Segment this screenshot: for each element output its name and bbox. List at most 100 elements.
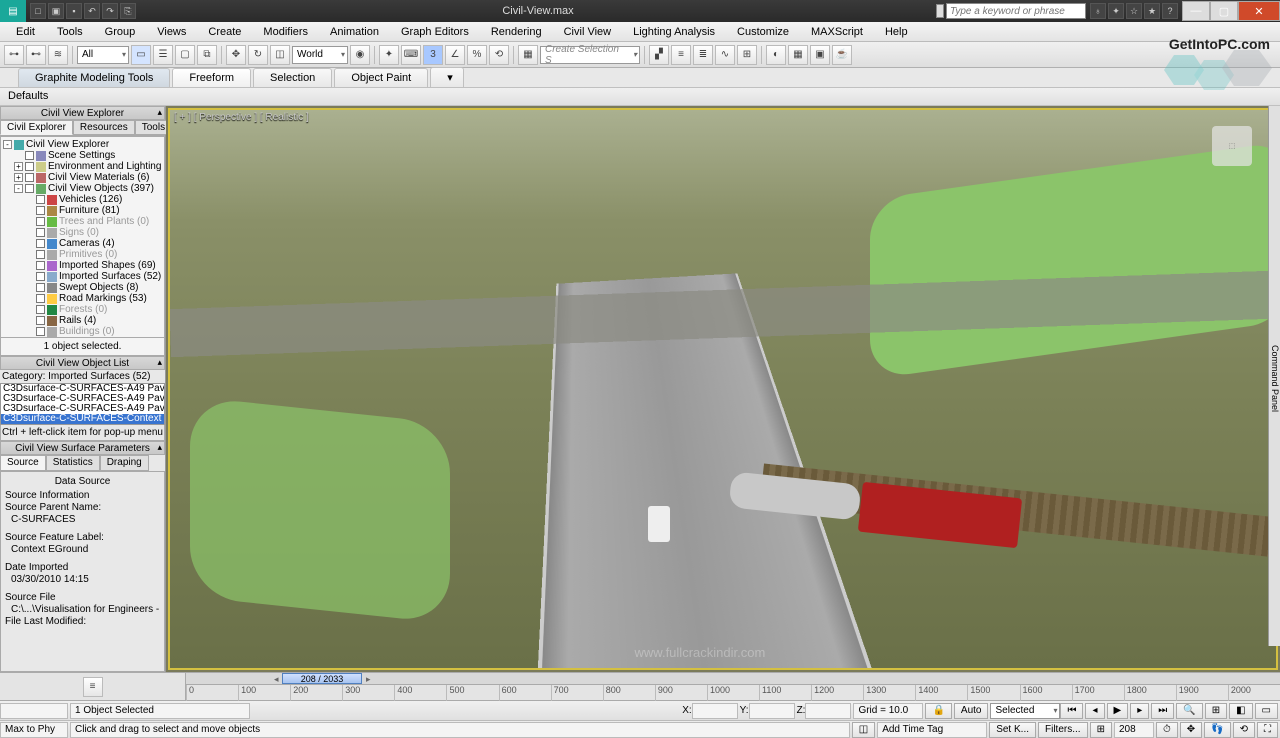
spinner-snap-icon[interactable]: ⟲ xyxy=(489,45,509,65)
manipulate-icon[interactable]: ✦ xyxy=(379,45,399,65)
tree-item[interactable]: Swept Objects (8) xyxy=(1,282,164,293)
autokey-button[interactable]: Auto xyxy=(954,703,989,719)
time-prev-icon[interactable]: ◂ xyxy=(274,674,279,685)
tree-toggle-icon[interactable]: + xyxy=(14,173,23,182)
angle-snap-icon[interactable]: ∠ xyxy=(445,45,465,65)
window-cross-icon[interactable]: ⧉ xyxy=(197,45,217,65)
list-item[interactable]: C3Dsurface-C-SURFACES-A49 PavedIslar xyxy=(1,404,164,414)
select-tool-icon[interactable]: ▭ xyxy=(131,45,151,65)
help-icon[interactable]: ? xyxy=(1162,3,1178,19)
time-handle[interactable]: 208 / 2033 xyxy=(282,673,362,684)
tool-icon[interactable]: ✦ xyxy=(1108,3,1124,19)
render-frame-icon[interactable]: ▣ xyxy=(810,45,830,65)
tree-toggle-icon[interactable] xyxy=(25,206,34,215)
goto-start-icon[interactable]: ⏮ xyxy=(1060,703,1083,719)
menu-maxscript[interactable]: MAXScript xyxy=(801,24,873,40)
keyboard-icon[interactable]: ⌨ xyxy=(401,45,421,65)
time-config-icon[interactable]: ≡ xyxy=(83,677,103,697)
tree-toggle-icon[interactable] xyxy=(25,316,34,325)
tree-checkbox[interactable] xyxy=(36,261,45,270)
tree-checkbox[interactable] xyxy=(36,228,45,237)
tree-item[interactable]: Imported Surfaces (52) xyxy=(1,271,164,282)
param-tab-draping[interactable]: Draping xyxy=(100,455,149,471)
time-config-button-icon[interactable]: ⏱ xyxy=(1156,722,1178,738)
tree-checkbox[interactable] xyxy=(36,305,45,314)
tree-toggle-icon[interactable] xyxy=(25,294,34,303)
nav-zoomall-icon[interactable]: ⊞ xyxy=(1205,703,1227,719)
time-tag[interactable]: Add Time Tag xyxy=(877,722,987,738)
goto-end-icon[interactable]: ⏭ xyxy=(1151,703,1174,719)
tree-item[interactable]: +Civil View Materials (6) xyxy=(1,172,164,183)
tree-item[interactable]: Furniture (81) xyxy=(1,205,164,216)
x-input[interactable] xyxy=(692,703,738,719)
bind-tool-icon[interactable]: ≋ xyxy=(48,45,68,65)
tree-item[interactable]: Primitives (0) xyxy=(1,249,164,260)
ribbon-tab-selection[interactable]: Selection xyxy=(253,68,332,87)
menu-tools[interactable]: Tools xyxy=(47,24,93,40)
tree-checkbox[interactable] xyxy=(25,184,34,193)
tree-checkbox[interactable] xyxy=(36,316,45,325)
render-setup-icon[interactable]: ▦ xyxy=(788,45,808,65)
play-icon[interactable]: ▶ xyxy=(1107,703,1129,719)
keymode-icon[interactable]: ⊞ xyxy=(1090,722,1112,738)
civil-tab-resources[interactable]: Resources xyxy=(73,120,135,135)
menu-edit[interactable]: Edit xyxy=(6,24,45,40)
viewport-label[interactable]: [ + ] [ Perspective ] [ Realistic ] xyxy=(174,112,309,123)
material-icon[interactable]: ◐ xyxy=(766,45,786,65)
ribbon-overflow-icon[interactable]: ▾ xyxy=(430,67,464,87)
select-name-icon[interactable]: ☰ xyxy=(153,45,173,65)
tree-checkbox[interactable] xyxy=(36,294,45,303)
time-next-icon[interactable]: ▸ xyxy=(366,674,371,685)
menu-animation[interactable]: Animation xyxy=(320,24,389,40)
maxscript-mini[interactable]: Max to Phy xyxy=(0,722,68,738)
tree-item[interactable]: Trees and Plants (0) xyxy=(1,216,164,227)
menu-civil-view[interactable]: Civil View xyxy=(554,24,621,40)
param-tab-statistics[interactable]: Statistics xyxy=(46,455,100,471)
script-listener[interactable] xyxy=(0,703,68,719)
curve-editor-icon[interactable]: ∿ xyxy=(715,45,735,65)
tree-item[interactable]: -Civil View Explorer xyxy=(1,139,164,150)
tree-item[interactable]: Scene Settings xyxy=(1,150,164,161)
menu-modifiers[interactable]: Modifiers xyxy=(253,24,318,40)
param-tab-source[interactable]: Source xyxy=(0,455,46,471)
undo-icon[interactable]: ↶ xyxy=(84,3,100,19)
menu-group[interactable]: Group xyxy=(95,24,146,40)
tree-item[interactable]: Rails (4) xyxy=(1,315,164,326)
tree-toggle-icon[interactable]: + xyxy=(14,162,23,171)
keymode-combo[interactable]: Selected xyxy=(990,703,1060,719)
menu-create[interactable]: Create xyxy=(198,24,251,40)
maximize-button[interactable]: ▢ xyxy=(1210,1,1238,21)
isolate-icon[interactable]: ◫ xyxy=(852,722,875,738)
list-item[interactable]: C3Dsurface-C-SURFACES-A49 PavedIslar xyxy=(1,384,164,394)
link-icon[interactable]: ⎘ xyxy=(120,3,136,19)
tree-toggle-icon[interactable] xyxy=(14,151,23,160)
ribbon-tab-freeform[interactable]: Freeform xyxy=(172,68,251,87)
z-input[interactable] xyxy=(805,703,851,719)
tree-item[interactable]: Buildings (0) xyxy=(1,326,164,337)
unlink-tool-icon[interactable]: ⊷ xyxy=(26,45,46,65)
tree-checkbox[interactable] xyxy=(36,239,45,248)
tree-toggle-icon[interactable] xyxy=(25,250,34,259)
named-sel-icon[interactable]: ▦ xyxy=(518,45,538,65)
minimize-button[interactable]: — xyxy=(1182,1,1210,21)
menu-help[interactable]: Help xyxy=(875,24,918,40)
menu-views[interactable]: Views xyxy=(147,24,196,40)
tree-checkbox[interactable] xyxy=(25,173,34,182)
snap-icon[interactable]: 3 xyxy=(423,45,443,65)
tree-toggle-icon[interactable] xyxy=(25,327,34,336)
redo-icon[interactable]: ↷ xyxy=(102,3,118,19)
new-icon[interactable]: □ xyxy=(30,3,46,19)
tree-checkbox[interactable] xyxy=(36,195,45,204)
favorite-icon[interactable]: ★ xyxy=(1144,3,1160,19)
selection-filter-combo[interactable]: All xyxy=(77,46,129,64)
named-selset-combo[interactable]: Create Selection S xyxy=(540,46,640,64)
tree-toggle-icon[interactable] xyxy=(25,305,34,314)
tree-toggle-icon[interactable] xyxy=(25,228,34,237)
render-icon[interactable]: ☕ xyxy=(832,45,852,65)
percent-snap-icon[interactable]: % xyxy=(467,45,487,65)
link-tool-icon[interactable]: ⊶ xyxy=(4,45,24,65)
ref-coord-combo[interactable]: World xyxy=(292,46,348,64)
schematic-icon[interactable]: ⊞ xyxy=(737,45,757,65)
tree-checkbox[interactable] xyxy=(36,272,45,281)
move-tool-icon[interactable]: ✥ xyxy=(226,45,246,65)
